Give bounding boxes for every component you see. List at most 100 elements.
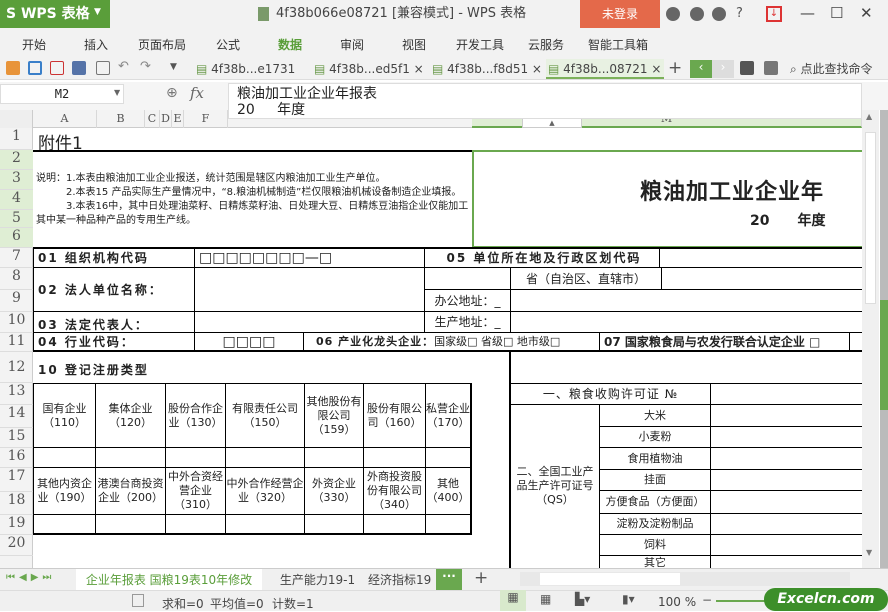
row-header[interactable]: 14 bbox=[0, 405, 33, 428]
collapse-formula-icon[interactable]: ▲ bbox=[522, 118, 582, 128]
minimize-button[interactable]: — bbox=[800, 4, 815, 22]
org-code-input[interactable]: □□□□□□□□—□ bbox=[194, 248, 425, 268]
scroll-down-icon[interactable]: ▼ bbox=[866, 548, 872, 557]
reg-type-check[interactable] bbox=[425, 514, 472, 535]
row-header[interactable]: 1 bbox=[0, 128, 33, 150]
sheet-tab[interactable]: 生产能力19-1 bbox=[270, 569, 365, 591]
row-header[interactable]: 16 bbox=[0, 448, 33, 468]
zoom-level[interactable]: 100 % bbox=[658, 595, 696, 609]
normal-view-icon[interactable]: ▦ bbox=[500, 590, 526, 611]
reg-type-check[interactable] bbox=[304, 514, 364, 535]
close-tab-icon[interactable]: × bbox=[648, 62, 661, 76]
doc-tab-4-active[interactable]: ▤ 4f38b...08721 × bbox=[546, 59, 664, 79]
industry-code-input[interactable]: □□□□ bbox=[194, 332, 304, 352]
reg-type-check[interactable] bbox=[225, 447, 305, 468]
more-sheets-button[interactable]: ··· bbox=[436, 569, 462, 590]
region-code-input[interactable] bbox=[659, 248, 862, 268]
close-tab-icon[interactable]: × bbox=[410, 62, 424, 76]
page-layout-icon[interactable]: ▙▾ bbox=[575, 592, 590, 606]
menu-view[interactable]: 视图 bbox=[402, 36, 426, 53]
sheet-nav-buttons[interactable]: ⏮◀▶⏭ bbox=[6, 572, 55, 583]
doc-tab-2[interactable]: ▤ 4f38b...ed5f1 × bbox=[312, 59, 426, 79]
company-name-input[interactable] bbox=[194, 267, 425, 312]
vertical-scrollbar[interactable]: ▲ ▼ bbox=[862, 110, 879, 568]
reg-type-check[interactable] bbox=[363, 514, 426, 535]
zoom-search-icon[interactable]: ⊕ bbox=[166, 85, 178, 101]
reg-type-check[interactable] bbox=[304, 447, 364, 468]
qs-input[interactable] bbox=[710, 447, 862, 470]
reg-type-check[interactable] bbox=[33, 447, 96, 468]
name-box[interactable]: M2 bbox=[0, 84, 124, 104]
select-all-button[interactable] bbox=[0, 110, 33, 128]
row-header[interactable]: 6 bbox=[0, 228, 33, 248]
chevron-down-icon[interactable]: ▼ bbox=[94, 7, 101, 17]
save-icon[interactable] bbox=[28, 61, 42, 75]
scroll-thumb[interactable] bbox=[865, 132, 876, 304]
settings-icon[interactable] bbox=[690, 7, 704, 21]
reading-mode-icon[interactable]: ▮▾ bbox=[622, 592, 635, 606]
column-header[interactable]: F bbox=[184, 110, 228, 128]
qs-input[interactable] bbox=[710, 555, 862, 569]
doc-tab-3[interactable]: ▤ 4f38b...f8d51 × bbox=[430, 59, 544, 79]
office-address-input[interactable] bbox=[510, 289, 862, 312]
production-address-input[interactable] bbox=[510, 311, 862, 333]
row-header[interactable]: 20 bbox=[0, 535, 33, 556]
zoom-out-button[interactable]: − bbox=[702, 593, 712, 607]
menu-home[interactable]: 开始 bbox=[22, 36, 46, 53]
redo-icon[interactable]: ↷ bbox=[140, 59, 151, 74]
horizontal-scrollbar[interactable] bbox=[520, 572, 850, 586]
menu-review[interactable]: 审阅 bbox=[340, 36, 364, 53]
province-code-input[interactable] bbox=[661, 267, 862, 290]
new-tab-button[interactable]: + bbox=[668, 58, 682, 78]
close-tab-icon[interactable]: × bbox=[528, 62, 542, 76]
download-icon[interactable]: ↓ bbox=[766, 6, 782, 22]
sheet-tab-active[interactable]: 企业年报表 国粮19表10年修改 bbox=[76, 569, 262, 591]
empty-cell[interactable] bbox=[849, 332, 862, 352]
fx-button[interactable]: fx bbox=[190, 84, 204, 102]
formula-input[interactable]: 粮油加工业企业年报表 20 年度 bbox=[228, 83, 862, 119]
open-icon[interactable] bbox=[6, 61, 20, 75]
scroll-up-icon[interactable]: ▲ bbox=[866, 112, 872, 121]
row-header[interactable]: 19 bbox=[0, 515, 33, 535]
reg-type-check[interactable] bbox=[165, 447, 226, 468]
column-header[interactable]: B bbox=[97, 110, 145, 128]
menu-insert[interactable]: 插入 bbox=[84, 36, 108, 53]
row-header[interactable]: 5 bbox=[0, 210, 33, 228]
reg-type-check[interactable] bbox=[363, 447, 426, 468]
qs-input[interactable] bbox=[710, 469, 862, 491]
grain-license-input[interactable] bbox=[710, 383, 862, 405]
page-break-view-icon[interactable]: ▦ bbox=[540, 592, 551, 606]
column-header[interactable]: C bbox=[145, 110, 160, 128]
sheet-info-icon[interactable] bbox=[132, 594, 144, 607]
menu-developer[interactable]: 开发工具 bbox=[456, 36, 504, 53]
h-scroll-thumb[interactable] bbox=[540, 573, 680, 585]
login-button[interactable]: 未登录 bbox=[580, 0, 660, 28]
close-button[interactable]: ✕ bbox=[860, 4, 873, 22]
reg-type-check[interactable] bbox=[95, 514, 166, 535]
print-preview-icon[interactable] bbox=[96, 61, 110, 75]
row-header[interactable]: 3 bbox=[0, 170, 33, 190]
field-07-label[interactable]: 07 国家粮食局与农发行联合认定企业 □ bbox=[599, 332, 850, 352]
row-header[interactable]: 12 bbox=[0, 352, 33, 383]
tab-next-button[interactable]: › bbox=[712, 60, 734, 78]
row-header[interactable]: 2 bbox=[0, 150, 33, 170]
qs-input[interactable] bbox=[710, 534, 862, 556]
legal-rep-input[interactable] bbox=[194, 311, 425, 333]
row-header[interactable]: 13 bbox=[0, 383, 33, 405]
title-cell-selected[interactable]: 粮油加工业企业年 20 年度 bbox=[472, 150, 862, 248]
tab-list-icon[interactable] bbox=[764, 61, 778, 75]
search-command[interactable]: ⌕ 点此查找命令 bbox=[790, 60, 873, 77]
feedback-icon[interactable] bbox=[712, 7, 726, 21]
sheet-tab[interactable]: 经济指标19 bbox=[368, 569, 434, 591]
row-header[interactable]: 4 bbox=[0, 190, 33, 210]
row-header[interactable]: 18 bbox=[0, 492, 33, 515]
field-06-levels[interactable]: 国家级□ 省级□ 地市级□ bbox=[434, 335, 560, 349]
maximize-button[interactable]: ☐ bbox=[830, 4, 843, 22]
zoom-slider[interactable] bbox=[716, 600, 766, 602]
row-header[interactable]: 17 bbox=[0, 468, 33, 492]
qs-input[interactable] bbox=[710, 490, 862, 514]
qs-input[interactable] bbox=[710, 404, 862, 427]
menu-cloud[interactable]: 云服务 bbox=[528, 36, 564, 53]
row-header[interactable]: 8 bbox=[0, 268, 33, 290]
tab-prev-button[interactable]: ‹ bbox=[690, 60, 712, 78]
